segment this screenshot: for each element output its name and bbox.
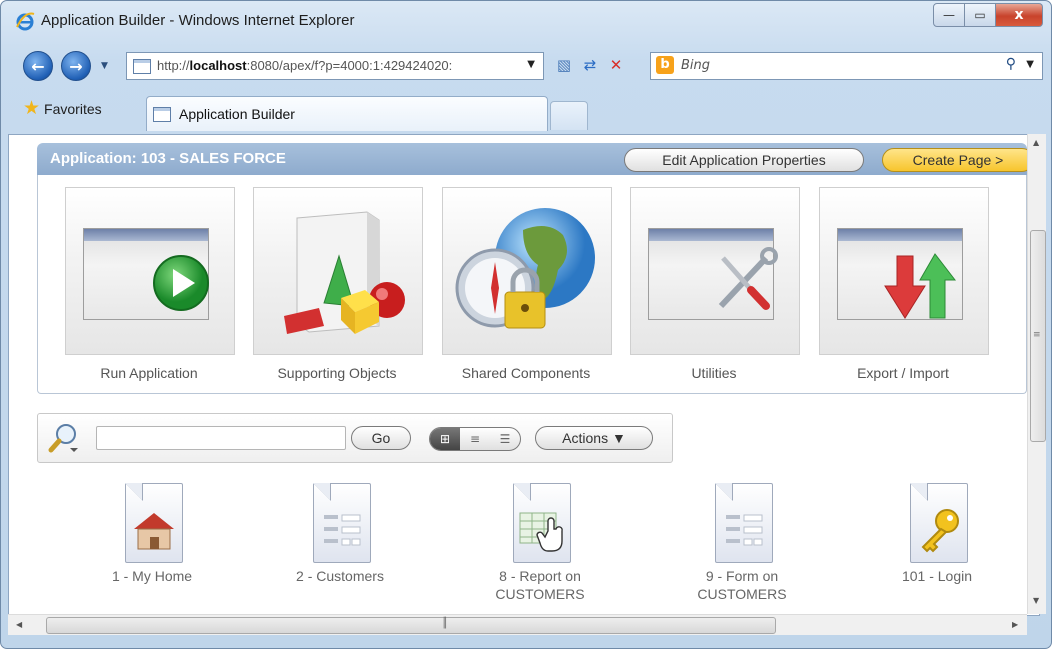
utilities-icon bbox=[718, 247, 778, 310]
details-view-icon[interactable]: ≡ bbox=[460, 428, 490, 450]
page-item-customers[interactable]: 2 - Customers bbox=[250, 475, 430, 615]
page-item-login[interactable]: 101 - Login bbox=[847, 475, 1027, 615]
favorites-bar: ★ Favorites Application Builder bbox=[1, 95, 1051, 131]
tile-label-shared-components: Shared Components bbox=[461, 365, 591, 381]
address-url[interactable]: http://localhost:8080/apex/f?p=4000:1:42… bbox=[157, 58, 519, 73]
tile-label-utilities: Utilities bbox=[691, 365, 737, 381]
tile-label-supporting-objects: Supporting Objects bbox=[277, 365, 397, 381]
page-viewport: Application: 103 - SALES FORCE Edit Appl… bbox=[8, 134, 1040, 616]
favorites-star-icon: ★ bbox=[23, 98, 41, 119]
vertical-scrollbar[interactable]: ▲ ≡ ▼ bbox=[1027, 134, 1046, 614]
page-item-my-home[interactable]: 1 - My Home bbox=[62, 475, 242, 615]
tile-utilities[interactable] bbox=[630, 187, 800, 355]
forward-arrow-icon: → bbox=[69, 56, 83, 76]
window-title: Application Builder - Windows Internet E… bbox=[41, 12, 355, 29]
icons-view-icon[interactable]: ⊞ bbox=[430, 428, 460, 450]
tab-application-builder[interactable]: Application Builder bbox=[146, 96, 548, 131]
favorites-label: Favorites bbox=[44, 101, 102, 117]
title-bar: Application Builder - Windows Internet E… bbox=[1, 1, 1051, 41]
search-bar[interactable]: b Bing ⚲ ▼ bbox=[650, 52, 1043, 80]
back-arrow-icon: ← bbox=[31, 56, 45, 76]
tab-title: Application Builder bbox=[179, 106, 295, 122]
tab-page-icon bbox=[153, 107, 171, 122]
scroll-down-icon[interactable]: ▼ bbox=[1033, 596, 1039, 605]
home-page-icon bbox=[134, 513, 174, 550]
forward-button[interactable]: → bbox=[61, 51, 91, 81]
page-label: 8 - Report on CUSTOMERS bbox=[495, 568, 585, 602]
view-mode-switch: ⊞ ≡ ☰ bbox=[429, 427, 521, 451]
horizontal-scrollbar[interactable]: ◀ ║ ▶ bbox=[8, 614, 1027, 635]
page-search-input[interactable] bbox=[96, 426, 346, 450]
export-import-icon bbox=[884, 253, 957, 319]
pages-list: 1 - My Home 2 - Customers 8 - Report on … bbox=[37, 475, 1027, 615]
stop-icon[interactable]: ✕ bbox=[605, 53, 627, 77]
window-controls: — ▭ x bbox=[933, 3, 1043, 27]
tile-label-export-import: Export / Import bbox=[857, 365, 949, 381]
application-header: Application: 103 - SALES FORCE Edit Appl… bbox=[37, 143, 1034, 175]
horizontal-grip-icon: ║ bbox=[442, 618, 449, 629]
refresh-icon[interactable]: ⇄ bbox=[579, 53, 601, 77]
actions-menu-button[interactable]: Actions ▼ bbox=[535, 426, 653, 450]
address-dropdown[interactable]: ▼ bbox=[527, 59, 535, 70]
vertical-grip-icon: ≡ bbox=[1033, 330, 1041, 340]
tile-label-run-application: Run Application bbox=[100, 365, 198, 381]
go-button[interactable]: Go bbox=[351, 426, 411, 450]
edit-application-properties-button[interactable]: Edit Application Properties bbox=[624, 148, 864, 172]
new-tab-button[interactable] bbox=[550, 101, 588, 130]
horizontal-scroll-thumb[interactable]: ║ bbox=[46, 617, 776, 634]
scroll-left-icon[interactable]: ◀ bbox=[16, 620, 22, 629]
report-page-icon bbox=[519, 512, 563, 552]
close-icon: x bbox=[1014, 7, 1024, 23]
maximize-icon: ▭ bbox=[974, 8, 986, 22]
internet-explorer-icon bbox=[16, 12, 35, 31]
close-button[interactable]: x bbox=[996, 3, 1043, 27]
shared-components-icon bbox=[455, 208, 595, 329]
page-label: 101 - Login bbox=[901, 568, 973, 584]
form-page-icon bbox=[726, 514, 763, 546]
page-label: 9 - Form on CUSTOMERS bbox=[697, 568, 787, 602]
favorites-button[interactable]: ★ Favorites bbox=[23, 98, 102, 119]
login-page-icon bbox=[921, 509, 959, 553]
minimize-icon: — bbox=[943, 8, 955, 22]
search-icon[interactable]: ⚲ bbox=[1006, 56, 1016, 72]
browser-window: Application Builder - Windows Internet E… bbox=[0, 0, 1052, 649]
page-label: 1 - My Home bbox=[111, 568, 193, 584]
application-title: Application: 103 - SALES FORCE bbox=[50, 150, 286, 167]
page-label: 2 - Customers bbox=[296, 568, 384, 584]
scroll-up-icon[interactable]: ▲ bbox=[1033, 138, 1039, 147]
create-page-button[interactable]: Create Page > bbox=[882, 148, 1034, 172]
tile-export-import[interactable] bbox=[819, 187, 989, 355]
page-icon bbox=[133, 59, 151, 74]
run-application-icon bbox=[153, 255, 209, 311]
bing-logo-icon: b bbox=[656, 56, 674, 74]
form-page-icon bbox=[324, 514, 361, 546]
maximize-button[interactable]: ▭ bbox=[965, 3, 996, 27]
search-placeholder[interactable]: Bing bbox=[681, 58, 710, 73]
page-item-report-on-customers[interactable]: 8 - Report on CUSTOMERS bbox=[450, 475, 630, 615]
application-tiles: Run Application Supporting Objects Share… bbox=[37, 175, 1027, 394]
tile-run-application[interactable] bbox=[65, 187, 235, 355]
page-search-toolbar: Go ⊞ ≡ ☰ Actions ▼ bbox=[37, 413, 673, 463]
compatibility-view-icon[interactable]: ▧ bbox=[553, 53, 575, 77]
minimize-button[interactable]: — bbox=[933, 3, 965, 27]
tile-shared-components[interactable] bbox=[442, 187, 612, 355]
search-dropdown[interactable]: ▼ bbox=[1026, 59, 1034, 70]
magnifier-icon[interactable] bbox=[48, 422, 82, 454]
report-view-icon[interactable]: ☰ bbox=[490, 428, 520, 450]
navigation-bar: ← → ▼ http://localhost:8080/apex/f?p=400… bbox=[1, 49, 1051, 85]
recent-pages-dropdown[interactable]: ▼ bbox=[101, 61, 108, 71]
back-button[interactable]: ← bbox=[23, 51, 53, 81]
page-item-form-on-customers[interactable]: 9 - Form on CUSTOMERS bbox=[652, 475, 832, 615]
tile-supporting-objects[interactable] bbox=[253, 187, 423, 355]
address-bar[interactable]: http://localhost:8080/apex/f?p=4000:1:42… bbox=[126, 52, 544, 80]
supporting-objects-icon bbox=[284, 211, 405, 334]
scroll-right-icon[interactable]: ▶ bbox=[1012, 620, 1018, 629]
